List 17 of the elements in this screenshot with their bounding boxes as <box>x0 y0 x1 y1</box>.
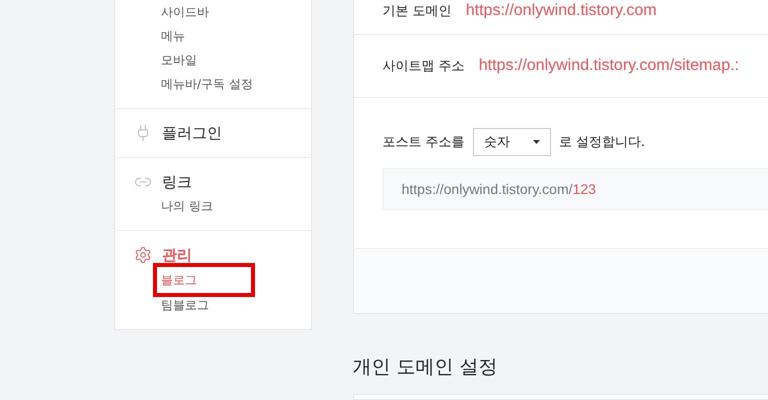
field-label: 로 설정합니다. <box>558 134 646 151</box>
sidebar-group-title[interactable]: 플러그인 <box>162 124 222 142</box>
section-title: 개인 도메인 설정 <box>352 355 499 380</box>
field-label: 포스트 주소를 <box>382 134 465 151</box>
sidebar-item[interactable]: 모바일 <box>157 48 201 72</box>
gear-icon <box>134 246 152 264</box>
field-label: 사이트맵 주소 <box>382 58 465 75</box>
caret-icon <box>532 140 540 144</box>
address-preview: https://onlywind.tistory.com/123 <box>382 168 768 210</box>
post-address-select[interactable]: 숫자 <box>472 128 551 156</box>
sidebar-item[interactable]: 나의 링크 <box>157 194 217 218</box>
sidebar-item[interactable]: 메뉴 <box>157 24 189 48</box>
field-label: 기본 도메인 <box>382 3 452 20</box>
sidebar-group-title[interactable]: 링크 <box>162 172 192 192</box>
sidebar-item[interactable]: 팀블로그 <box>157 293 213 317</box>
sidebar-item[interactable]: 사이드바 <box>157 0 213 24</box>
sidebar-item[interactable]: 메뉴바/구독 설정 <box>157 72 257 96</box>
